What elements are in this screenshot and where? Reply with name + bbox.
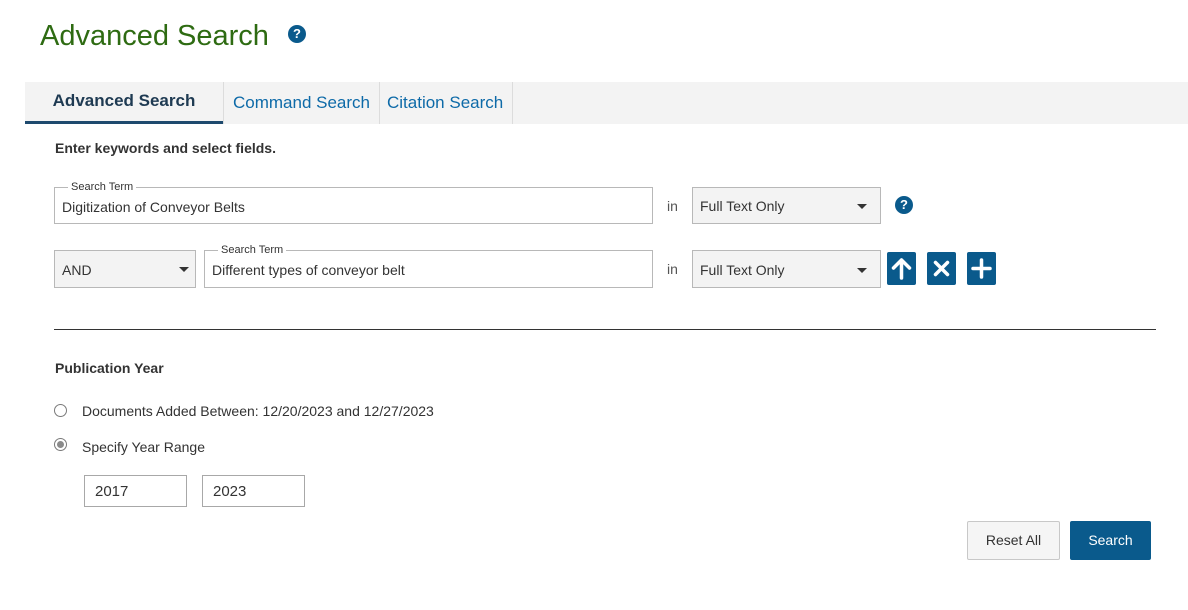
tab-command-search[interactable]: Command Search — [223, 82, 381, 124]
instructions: Enter keywords and select fields. — [55, 140, 276, 156]
radio-documents-added[interactable] — [54, 404, 67, 417]
chevron-down-icon — [857, 268, 867, 273]
move-up-button[interactable] — [887, 252, 916, 285]
in-label: in — [667, 198, 678, 214]
operator-select[interactable]: AND — [54, 250, 196, 288]
field-select-1[interactable]: Full Text Only — [692, 187, 881, 224]
search-term-legend: Search Term — [218, 243, 287, 257]
in-label: in — [667, 261, 678, 277]
year-from-value: 2017 — [95, 483, 129, 500]
add-row-button[interactable] — [967, 252, 996, 285]
search-term-legend: Search Term — [68, 180, 137, 194]
help-icon[interactable]: ? — [288, 25, 306, 43]
search-term-value: Different types of conveyor belt — [212, 262, 405, 278]
remove-row-button[interactable] — [927, 252, 956, 285]
section-divider — [54, 329, 1156, 330]
reset-all-button[interactable]: Reset All — [967, 521, 1060, 560]
search-term-field-1[interactable]: Search Term Digitization of Conveyor Bel… — [54, 180, 653, 224]
tab-advanced-search[interactable]: Advanced Search — [25, 82, 223, 124]
publication-year-label: Publication Year — [55, 360, 164, 376]
arrow-up-icon — [891, 258, 912, 280]
radio-specify-year-range-label[interactable]: Specify Year Range — [82, 439, 205, 455]
search-button[interactable]: Search — [1070, 521, 1151, 560]
search-tabs: Advanced Search Command Search Citation … — [25, 82, 1188, 124]
field-help-icon[interactable]: ? — [895, 196, 913, 214]
plus-icon — [971, 258, 992, 279]
year-to-value: 2023 — [213, 483, 247, 500]
field-select-value: Full Text Only — [700, 198, 785, 214]
search-term-field-2[interactable]: Search Term Different types of conveyor … — [204, 243, 653, 288]
field-select-value: Full Text Only — [700, 262, 785, 278]
chevron-down-icon — [857, 204, 867, 209]
page-title: Advanced Search — [40, 20, 269, 52]
close-icon — [933, 260, 950, 277]
tab-citation-search[interactable]: Citation Search — [378, 82, 514, 124]
field-select-2[interactable]: Full Text Only — [692, 250, 881, 288]
radio-specify-year-range[interactable] — [54, 438, 67, 451]
year-from-input[interactable]: 2017 — [84, 475, 187, 507]
chevron-down-icon — [179, 267, 189, 272]
year-to-input[interactable]: 2023 — [202, 475, 305, 507]
search-term-value: Digitization of Conveyor Belts — [62, 199, 245, 215]
radio-documents-added-label[interactable]: Documents Added Between: 12/20/2023 and … — [82, 403, 434, 419]
operator-value: AND — [62, 262, 92, 278]
